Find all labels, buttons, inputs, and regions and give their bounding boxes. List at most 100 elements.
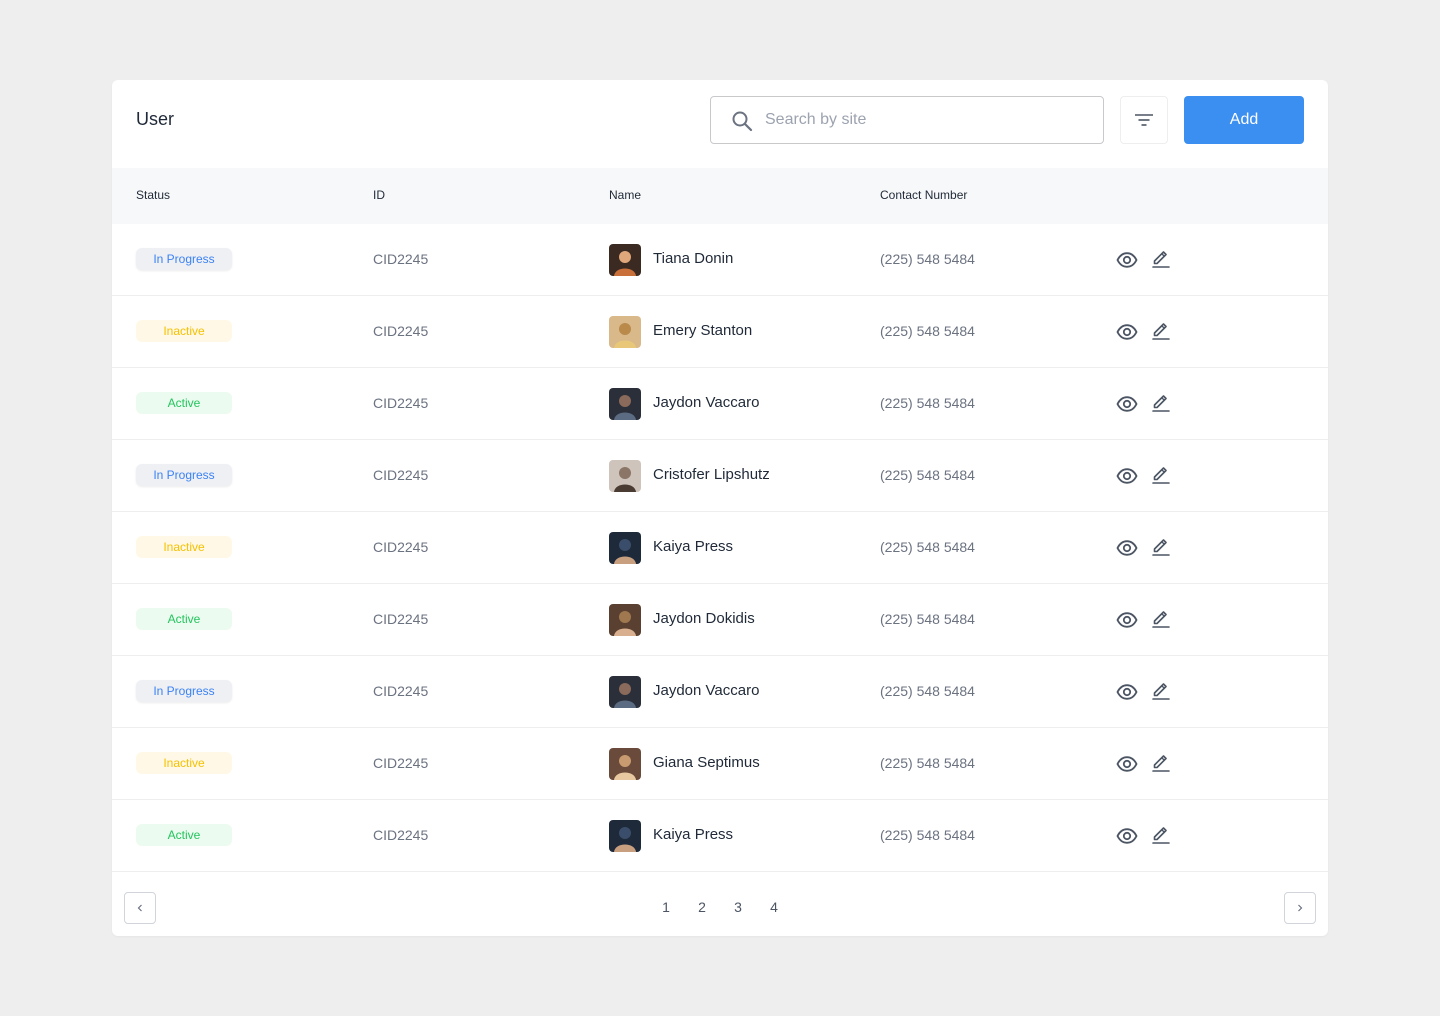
view-button[interactable] bbox=[1115, 536, 1139, 560]
row-name: Jaydon Dokidis bbox=[653, 610, 755, 627]
row-contact-number: (225) 548 5484 bbox=[880, 467, 975, 483]
view-button[interactable] bbox=[1115, 248, 1139, 272]
status-badge: In Progress bbox=[136, 248, 232, 270]
pencil-icon bbox=[1152, 755, 1170, 772]
row-id: CID2245 bbox=[373, 827, 429, 843]
status-badge: Active bbox=[136, 608, 232, 630]
avatar bbox=[609, 676, 641, 708]
view-button[interactable] bbox=[1115, 608, 1139, 632]
pencil-icon bbox=[1152, 251, 1170, 268]
filter-icon bbox=[1135, 114, 1153, 126]
page-number[interactable]: 4 bbox=[764, 899, 784, 915]
status-badge: In Progress bbox=[136, 464, 232, 486]
pencil-icon bbox=[1152, 539, 1170, 556]
row-contact-number: (225) 548 5484 bbox=[880, 323, 975, 339]
view-button[interactable] bbox=[1115, 464, 1139, 488]
view-button[interactable] bbox=[1115, 320, 1139, 344]
table-row: Active CID2245 Jaydon Vaccaro (225) 548 548… bbox=[112, 368, 1328, 440]
edit-button[interactable] bbox=[1149, 319, 1173, 343]
table-head: Status ID Name Contact Number bbox=[112, 168, 1328, 224]
eye-icon bbox=[1116, 540, 1138, 556]
edit-button[interactable] bbox=[1149, 535, 1173, 559]
page-number[interactable]: 3 bbox=[728, 899, 748, 915]
row-id: CID2245 bbox=[373, 611, 429, 627]
row-name: Tiana Donin bbox=[653, 250, 734, 267]
avatar bbox=[609, 604, 641, 636]
row-contact-number: (225) 548 5484 bbox=[880, 827, 975, 843]
pagination: 1 2 3 4 bbox=[112, 872, 1328, 936]
user-table-card: User Add Status ID Name Contact Number I… bbox=[112, 80, 1328, 936]
edit-button[interactable] bbox=[1149, 751, 1173, 775]
row-name: Emery Stanton bbox=[653, 322, 753, 339]
search-input[interactable] bbox=[765, 97, 1085, 143]
edit-button[interactable] bbox=[1149, 463, 1173, 487]
pencil-icon bbox=[1152, 395, 1170, 412]
status-badge: Inactive bbox=[136, 536, 232, 558]
add-button[interactable]: Add bbox=[1184, 96, 1304, 144]
row-id: CID2245 bbox=[373, 755, 429, 771]
edit-button[interactable] bbox=[1149, 679, 1173, 703]
status-badge: Inactive bbox=[136, 320, 232, 342]
eye-icon bbox=[1116, 396, 1138, 412]
pencil-icon bbox=[1152, 467, 1170, 484]
pencil-icon bbox=[1152, 827, 1170, 844]
table-row: Inactive CID2245 Emery Stanton (225) 548 54… bbox=[112, 296, 1328, 368]
row-contact-number: (225) 548 5484 bbox=[880, 755, 975, 771]
row-name: Kaiya Press bbox=[653, 538, 734, 555]
row-id: CID2245 bbox=[373, 539, 429, 555]
eye-icon bbox=[1116, 828, 1138, 844]
search-box[interactable] bbox=[710, 96, 1104, 144]
eye-icon bbox=[1116, 324, 1138, 340]
view-button[interactable] bbox=[1115, 392, 1139, 416]
eye-icon bbox=[1116, 612, 1138, 628]
view-button[interactable] bbox=[1115, 680, 1139, 704]
page-number[interactable]: 2 bbox=[692, 899, 712, 915]
avatar bbox=[609, 748, 641, 780]
edit-button[interactable] bbox=[1149, 247, 1173, 271]
avatar bbox=[609, 460, 641, 492]
page-title: User bbox=[136, 109, 175, 129]
row-id: CID2245 bbox=[373, 395, 429, 411]
row-name: Giana Septimus bbox=[653, 754, 760, 771]
chevron-left-icon bbox=[137, 904, 142, 912]
row-contact-number: (225) 548 5484 bbox=[880, 611, 975, 627]
row-id: CID2245 bbox=[373, 683, 429, 699]
table-row: Active CID2245 Jaydon Dokidis (225) 548 548… bbox=[112, 584, 1328, 656]
row-id: CID2245 bbox=[373, 251, 429, 267]
edit-button[interactable] bbox=[1149, 391, 1173, 415]
eye-icon bbox=[1116, 756, 1138, 772]
status-badge: In Progress bbox=[136, 680, 232, 702]
next-page-button[interactable] bbox=[1284, 892, 1316, 924]
table-row: In Progress CID2245 Jaydon Vaccaro (225) 54… bbox=[112, 656, 1328, 728]
column-header-name: Name bbox=[609, 188, 642, 202]
row-id: CID2245 bbox=[373, 467, 429, 483]
filter-button[interactable] bbox=[1120, 96, 1168, 144]
row-contact-number: (225) 548 5484 bbox=[880, 395, 975, 411]
edit-button[interactable] bbox=[1149, 607, 1173, 631]
eye-icon bbox=[1116, 684, 1138, 700]
row-name: Kaiya Press bbox=[653, 826, 734, 843]
row-contact-number: (225) 548 5484 bbox=[880, 683, 975, 699]
row-name: Jaydon Vaccaro bbox=[653, 682, 760, 699]
prev-page-button[interactable] bbox=[124, 892, 156, 924]
table-header-bar: User Add bbox=[112, 80, 1328, 168]
page-number[interactable]: 1 bbox=[656, 899, 676, 915]
column-header-contact: Contact Number bbox=[880, 188, 968, 202]
view-button[interactable] bbox=[1115, 824, 1139, 848]
table-row: In Progress CID2245 Cristofer Lipshutz (225… bbox=[112, 440, 1328, 512]
edit-button[interactable] bbox=[1149, 823, 1173, 847]
avatar bbox=[609, 316, 641, 348]
avatar bbox=[609, 532, 641, 564]
view-button[interactable] bbox=[1115, 752, 1139, 776]
eye-icon bbox=[1116, 252, 1138, 268]
table-body: In Progress CID2245 Tiana Donin (225) 548 5… bbox=[112, 224, 1328, 872]
row-name: Jaydon Vaccaro bbox=[653, 394, 760, 411]
eye-icon bbox=[1116, 468, 1138, 484]
row-contact-number: (225) 548 5484 bbox=[880, 251, 975, 267]
table-row: Active CID2245 Kaiya Press (225) 548 5484 bbox=[112, 800, 1328, 872]
column-header-status: Status bbox=[136, 188, 171, 202]
status-badge: Active bbox=[136, 824, 232, 846]
avatar bbox=[609, 820, 641, 852]
status-badge: Active bbox=[136, 392, 232, 414]
column-header-id: ID bbox=[373, 188, 385, 202]
